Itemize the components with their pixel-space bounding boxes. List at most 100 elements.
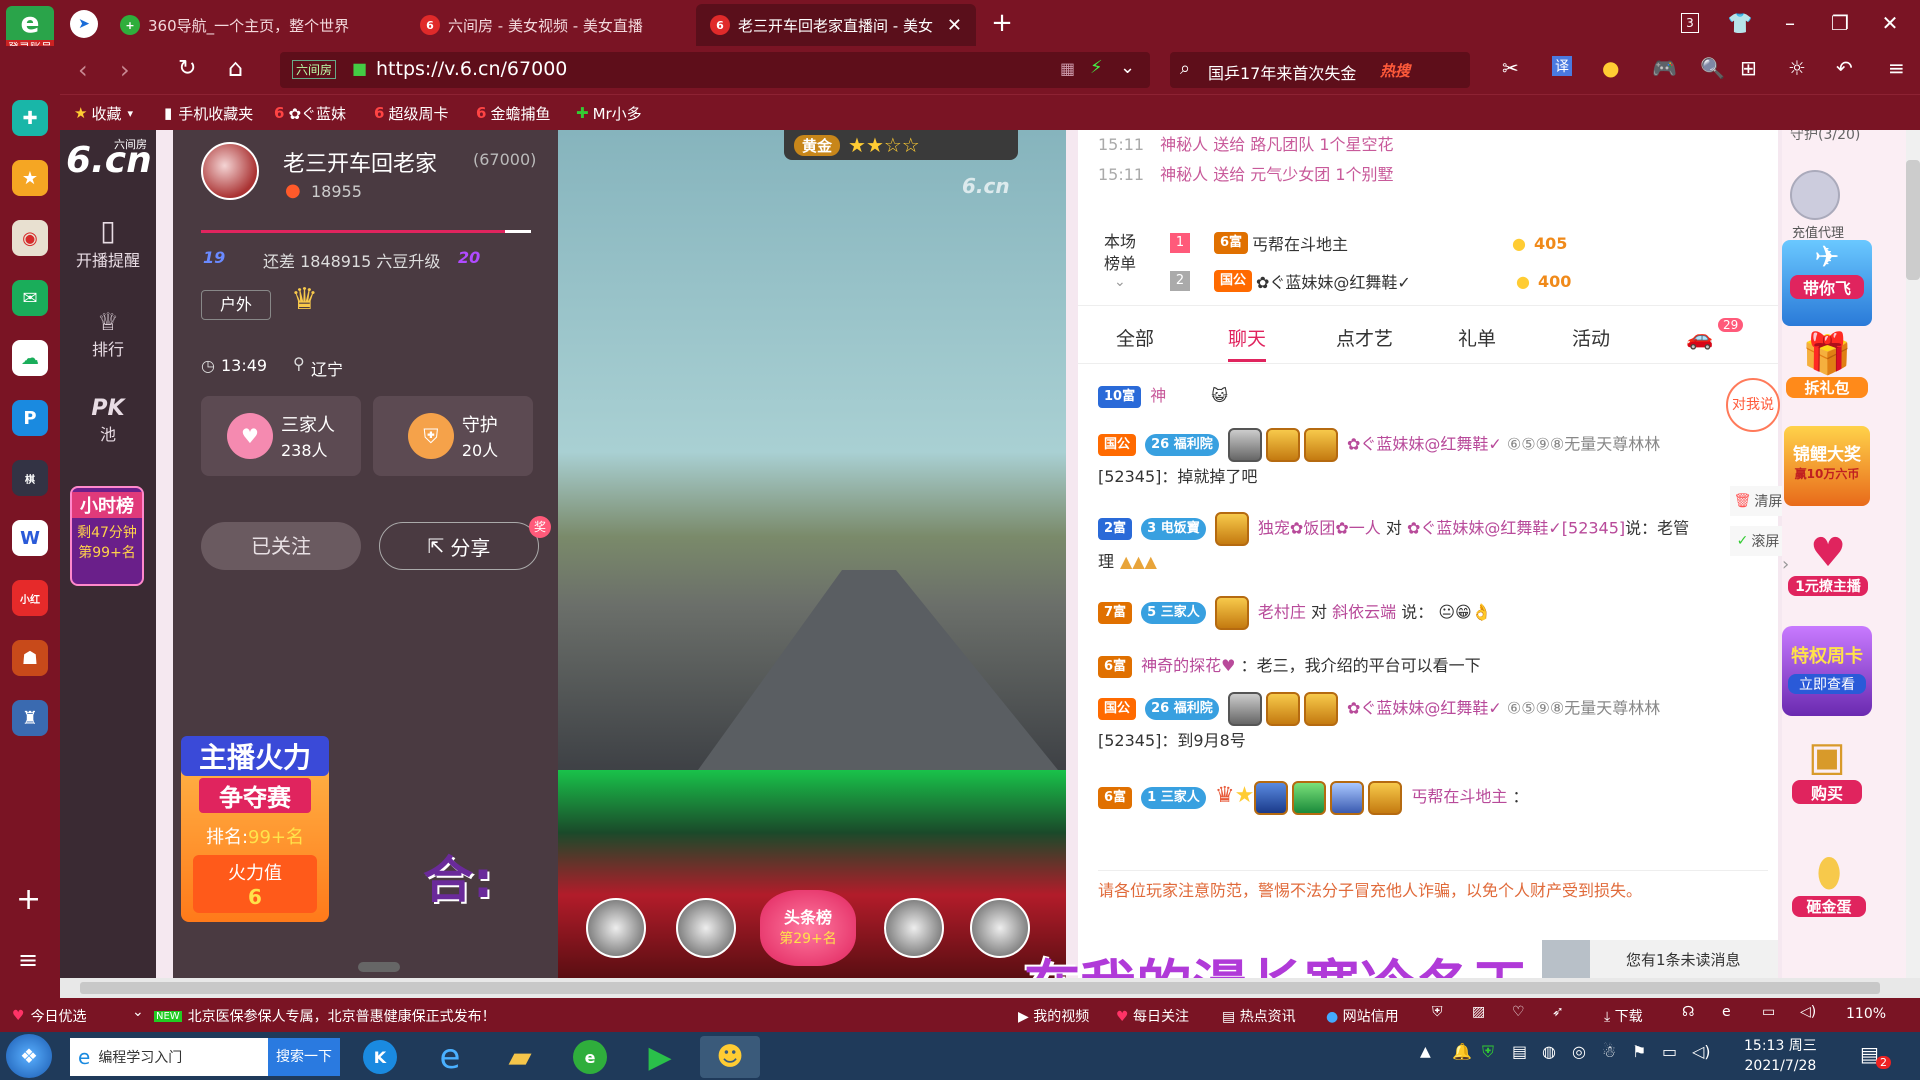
firepower-card[interactable]: 主播火力 争夺赛 排名:99+名 火力值 6 [181,736,329,922]
gamepad-icon[interactable]: 🎮 [1652,56,1677,80]
volume-icon[interactable]: ◁) [1800,1004,1816,1020]
horizontal-scrollbar[interactable] [60,978,1920,998]
clock[interactable]: 15:13 周三 2021/7/28 [1744,1036,1817,1076]
shield-icon[interactable]: ⛨ [1432,1004,1443,1020]
rank-banner[interactable]: 黄金 ★★☆☆ [784,130,1018,160]
castle-game-icon[interactable]: ♜ [12,700,48,736]
tray-up-icon[interactable]: ▲ [1420,1044,1431,1060]
say-to-me-button[interactable]: 对我说 [1726,378,1780,432]
kugou-icon[interactable]: K [350,1036,410,1078]
brightness-icon[interactable]: ☼ [1788,56,1806,80]
bookmark-lanmei[interactable]: 6 ✿ぐ蓝妹 [274,95,346,131]
tab-count-icon[interactable]: 3 [1670,8,1710,38]
network-icon[interactable]: ◎ [1572,1042,1586,1061]
ie-icon[interactable]: e [420,1036,480,1078]
chat-target[interactable]: 斜依云端 [1332,603,1396,622]
category-tag[interactable]: 户外 [201,290,271,320]
status-daily-follow[interactable]: ♥ 每日关注 [1116,1006,1189,1026]
close-tab-icon[interactable]: ✕ [947,15,962,36]
viewer-avatar[interactable] [970,898,1030,958]
restore-icon[interactable]: ❐ [1820,8,1860,38]
dropdown-icon[interactable]: ⌄ [1120,57,1135,78]
one-yuan-promo[interactable]: ♥ 1元撩主播 [1788,530,1868,624]
search-box[interactable]: ⌕ 国乒17年来首次失金 热搜 [1170,52,1470,88]
status-site-credit[interactable]: ● 网站信用 [1326,1006,1399,1026]
rocket-icon[interactable]: ➶ [1552,1004,1564,1020]
mail-icon[interactable]: ✉ [12,280,48,316]
site-logo[interactable]: 六间房 6.cn [64,134,154,184]
magnifier-icon[interactable]: 🔍 [1700,56,1725,80]
chevron-down-icon[interactable]: ⌄ [1114,274,1126,290]
status-download[interactable]: ⤓ 下载 [1604,1006,1643,1026]
translate-icon[interactable]: 译 [1552,56,1572,76]
chat-username[interactable]: 丐帮在斗地主 [1411,787,1507,806]
scrollbar-thumb[interactable] [80,982,1880,994]
doc-icon[interactable]: ▤ [1512,1042,1527,1061]
address-bar[interactable]: 六间房 ■ https://v.6.cn/67000 ▦ ⚡ ⌄ [280,52,1150,88]
security-icon[interactable]: ⛨ [1482,1042,1494,1062]
new-tab-button[interactable]: + [982,8,1022,38]
board-row[interactable]: 2 国公 ✿ぐ蓝妹妹@红舞鞋✓ ● 400 [1170,266,1750,296]
speaker-icon[interactable]: ◁) [1692,1042,1711,1061]
pager-dots[interactable] [358,962,400,972]
status-hot-news[interactable]: ▤ 热点资讯 [1222,1006,1296,1026]
follow-button[interactable]: 已关注 [201,522,361,570]
zoom-level[interactable]: 110% [1846,1006,1886,1022]
scrollbar-thumb[interactable] [1906,160,1920,280]
chat-app-icon[interactable]: ☻ [700,1036,760,1078]
word-icon[interactable]: W [12,520,48,556]
bolt-icon[interactable]: ⚡ [1090,57,1103,78]
back-icon[interactable]: ‹ [78,56,88,84]
tab-chat[interactable]: 聊天 [1228,316,1267,362]
qr-icon[interactable]: ▦ [1060,59,1075,78]
coin-icon[interactable]: ● [1602,56,1619,80]
viewer-avatar[interactable] [884,898,944,958]
plus-cross-icon[interactable]: ✚ [12,100,48,136]
koi-promo[interactable]: 锦鲤大奖 赢10万六币 [1784,426,1870,506]
close-window-icon[interactable]: ✕ [1870,8,1910,38]
bookmark-weekcard[interactable]: 6 超级周卡 [374,95,448,131]
chat-target[interactable]: ✿ぐ蓝妹妹@红舞鞋✓[52345] [1407,519,1625,538]
nav-pk-pool[interactable]: PK 池 [60,396,156,445]
hero-game-icon[interactable]: ☗ [12,640,48,676]
taskbar-search[interactable]: e 编程学习入门 搜索一下 [70,1038,340,1076]
image-icon[interactable]: ▨ [1472,1004,1485,1020]
bookmark-fishing[interactable]: 6 金蟾捕鱼 [476,95,550,131]
undo-icon[interactable]: ↶ [1836,56,1853,80]
bell-icon[interactable]: 🔔 [1452,1042,1472,1061]
viewer-avatar[interactable] [676,898,736,958]
tab-all[interactable]: 全部 [1116,316,1154,362]
chevron-down-icon[interactable]: ⌄ [132,1004,144,1020]
menu-icon[interactable]: ≡ [1888,56,1905,80]
bookmark-mobile[interactable]: ▮ 手机收藏夹 [164,95,253,131]
reload-icon[interactable]: ↻ [178,56,196,81]
scroll-chat-button[interactable]: ✓ 滚屏 [1730,526,1786,556]
url-text[interactable]: https://v.6.cn/67000 [376,58,567,80]
star-icon[interactable]: ★ [12,160,48,196]
viewer-avatar[interactable] [586,898,646,958]
chat-username[interactable]: ✿ぐ蓝妹妹@红舞鞋✓ [1347,699,1502,718]
add-app-button[interactable]: + [16,882,41,917]
flag-icon[interactable]: ⚑ [1632,1042,1646,1061]
chat-username[interactable]: ✿ぐ蓝妹妹@红舞鞋✓ [1347,435,1502,454]
game-icon[interactable]: 棋 [12,460,48,496]
vertical-scrollbar[interactable] [1906,130,1920,978]
car-icon[interactable]: 🚗 [1686,326,1713,351]
chat-username[interactable]: 独宠✿饭团✿一人 [1258,519,1381,538]
taskbar-search-button[interactable]: 搜索一下 [268,1038,340,1076]
wifi-icon[interactable]: ◍ [1542,1042,1556,1061]
tab-talent[interactable]: 点才艺 [1336,316,1393,362]
guard-avatar[interactable] [1790,170,1840,220]
buy-promo[interactable]: ▣ 购买 [1792,734,1862,814]
guard-card[interactable]: ⛨ 守护 20人 [373,396,533,476]
family-card[interactable]: ♥ 三家人 238人 [201,396,361,476]
tab-live-room[interactable]: 6 老三开车回老家直播间 - 美女 ✕ [696,4,976,46]
clear-chat-button[interactable]: 🗑 清屏 [1730,486,1786,516]
bookmark-mrxiaoduo[interactable]: ✚ Mr小多 [576,95,642,131]
window-icon[interactable]: ▭ [1762,1004,1775,1020]
share-button[interactable]: ⇱ 分享 [379,522,539,570]
heartbeat-icon[interactable]: ♡ [1512,1004,1525,1020]
status-my-video[interactable]: ▶ 我的视频 [1018,1006,1089,1026]
tab-events[interactable]: 活动 [1572,316,1610,362]
media-player-icon[interactable]: ▶ [630,1036,690,1078]
